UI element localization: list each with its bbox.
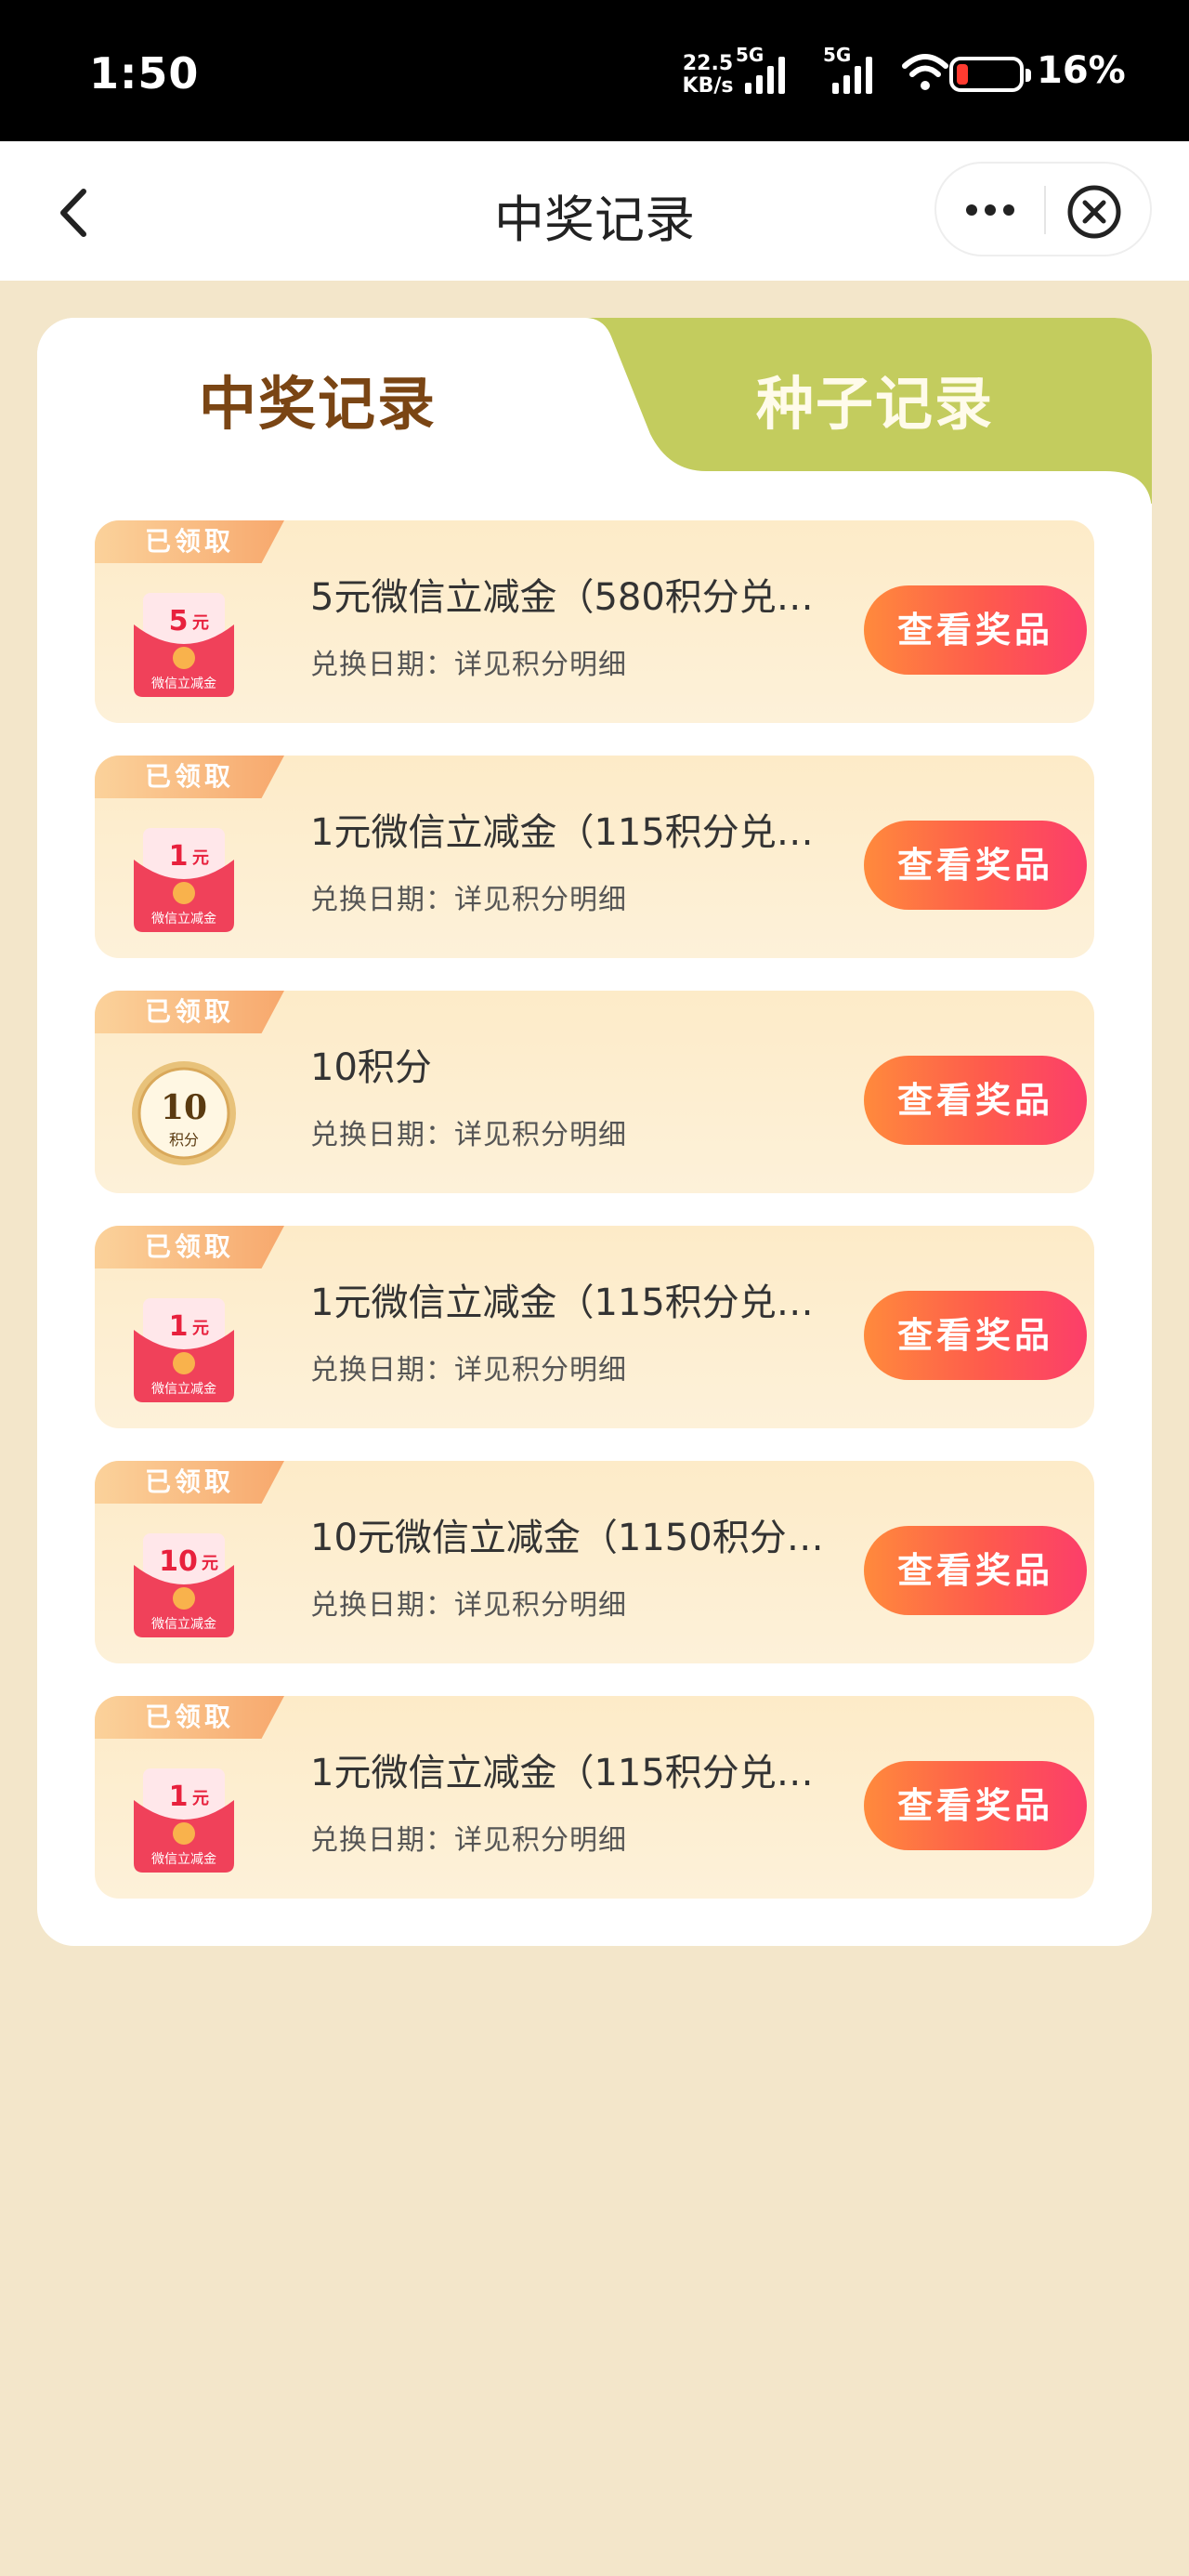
packet-amount: 1 [169, 1781, 189, 1813]
packet-amount: 1 [169, 840, 189, 873]
packet-amount: 10 [159, 1545, 198, 1578]
red-packet-icon: 1 元 微信立减金 [134, 1298, 234, 1402]
capsule-divider [1044, 186, 1046, 234]
packet-caption: 微信立减金 [151, 1382, 216, 1397]
packet-amount: 1 [169, 1310, 189, 1343]
network-speed-value: 22.5 [682, 52, 734, 75]
wifi-icon [901, 51, 949, 98]
network-speed: 22.5 KB/s [680, 53, 736, 98]
packet-unit: 元 [192, 613, 209, 633]
view-prize-button[interactable]: 查看奖品 [864, 1291, 1087, 1380]
packet-caption: 微信立减金 [151, 1852, 216, 1867]
record-item: 已领取 10 积分 10积分 兑换日期：详见积分明细 查看奖品 [95, 991, 1094, 1193]
record-item: 已领取 1 元 微信立减金 1元微信立减金（115积分兑换） 兑换日期：详见积分… [95, 756, 1094, 958]
red-packet-icon: 1 元 微信立减金 [134, 828, 234, 932]
view-prize-button[interactable]: 查看奖品 [864, 1526, 1087, 1615]
battery-percent: 16% [1037, 49, 1126, 92]
network-speed-unit: KB/s [682, 74, 734, 98]
close-button[interactable] [1066, 184, 1122, 240]
record-item: 已领取 10 元 微信立减金 10元微信立减金（1150积分兑换） 兑换日期：详… [95, 1461, 1094, 1663]
more-dots-icon [966, 204, 977, 216]
record-item: 已领取 5 元 微信立减金 5元微信立减金（580积分兑换） 兑换日期：详见积分… [95, 520, 1094, 723]
record-item: 已领取 1 元 微信立减金 1元微信立减金（115积分兑换） 兑换日期：详见积分… [95, 1696, 1094, 1899]
close-circle-icon [1067, 185, 1121, 239]
signal-icon: 5G [823, 44, 897, 103]
status-bar: 1:50 22.5 KB/s 5G 5G 16% [0, 0, 1189, 141]
prize-name: 1元微信立减金（115积分兑换） [310, 1281, 849, 1324]
red-packet-icon: 1 元 微信立减金 [134, 1768, 234, 1873]
exchange-date: 兑换日期：详见积分明细 [310, 1354, 627, 1387]
packet-caption: 微信立减金 [151, 1617, 216, 1632]
packet-unit: 元 [192, 848, 209, 868]
more-dots-icon [985, 204, 996, 216]
records-card: 中奖记录 种子记录 已领取 5 元 微信立减金 5元微信立减金（580积分兑换）… [37, 318, 1152, 1946]
prize-name: 10元微信立减金（1150积分兑换） [310, 1517, 849, 1559]
packet-unit: 元 [192, 1319, 209, 1338]
status-ribbon: 已领取 [95, 520, 284, 563]
signal-icon: 5G [736, 44, 810, 103]
network-type-label: 5G [823, 44, 852, 66]
red-packet-icon: 10 元 微信立减金 [134, 1533, 234, 1637]
exchange-date: 兑换日期：详见积分明细 [310, 884, 627, 916]
network-type-label: 5G [736, 44, 764, 66]
battery-icon [949, 57, 1031, 92]
more-dots-icon [1003, 204, 1014, 216]
status-ribbon: 已领取 [95, 1696, 284, 1739]
view-prize-button[interactable]: 查看奖品 [864, 821, 1087, 910]
record-item: 已领取 1 元 微信立减金 1元微信立减金（115积分兑换） 兑换日期：详见积分… [95, 1226, 1094, 1428]
exchange-date: 兑换日期：详见积分明细 [310, 1589, 627, 1622]
status-time: 1:50 [89, 48, 200, 99]
tab-prize-records[interactable]: 中奖记录 [199, 357, 437, 440]
packet-unit: 元 [192, 1789, 209, 1808]
prize-name: 1元微信立减金（115积分兑换） [310, 811, 849, 854]
view-prize-button[interactable]: 查看奖品 [864, 1056, 1087, 1145]
prize-name: 1元微信立减金（115积分兑换） [310, 1752, 849, 1794]
mini-program-capsule [934, 162, 1152, 256]
coin-unit: 积分 [169, 1131, 199, 1149]
packet-caption: 微信立减金 [151, 912, 216, 927]
nav-bar: 中奖记录 [0, 141, 1189, 281]
prize-name: 5元微信立减金（580积分兑换） [310, 576, 849, 619]
prize-name: 10积分 [310, 1046, 432, 1089]
red-packet-icon: 5 元 微信立减金 [134, 593, 234, 697]
status-ribbon: 已领取 [95, 1461, 284, 1504]
points-coin-icon: 10 积分 [132, 1061, 236, 1165]
view-prize-button[interactable]: 查看奖品 [864, 585, 1087, 675]
packet-amount: 5 [169, 605, 189, 637]
exchange-date: 兑换日期：详见积分明细 [310, 1119, 627, 1151]
exchange-date: 兑换日期：详见积分明细 [310, 1824, 627, 1857]
coin-amount: 10 [161, 1088, 207, 1127]
packet-caption: 微信立减金 [151, 677, 216, 691]
status-ribbon: 已领取 [95, 756, 284, 798]
status-ribbon: 已领取 [95, 991, 284, 1033]
tab-seed-records[interactable]: 种子记录 [756, 357, 994, 440]
packet-unit: 元 [202, 1554, 218, 1573]
more-button[interactable] [936, 164, 1044, 256]
exchange-date: 兑换日期：详见积分明细 [310, 649, 627, 681]
status-ribbon: 已领取 [95, 1226, 284, 1268]
view-prize-button[interactable]: 查看奖品 [864, 1761, 1087, 1850]
battery-fill [957, 64, 968, 85]
